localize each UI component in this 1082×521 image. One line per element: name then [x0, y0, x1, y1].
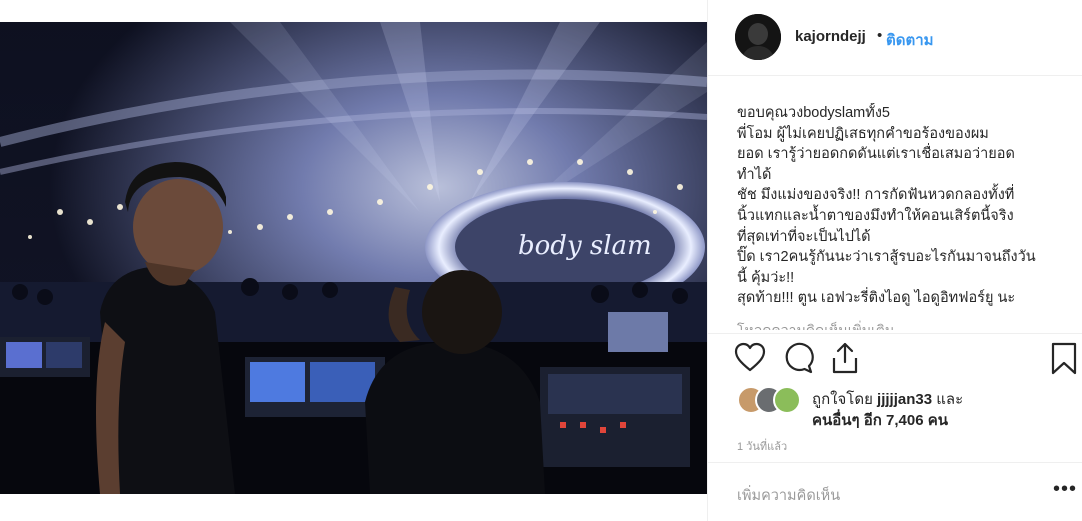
post-details-panel: kajorndejj • ติดตาม ขอบคุณวงbodyslamทั้ง… — [707, 0, 1082, 521]
username-link[interactable]: kajorndejj — [795, 28, 866, 45]
avatar[interactable] — [735, 14, 781, 60]
liker-avatar[interactable] — [773, 386, 801, 414]
bookmark-icon — [1051, 342, 1077, 375]
post-header: kajorndejj • ติดตาม — [708, 0, 1082, 76]
share-button[interactable] — [829, 340, 861, 376]
caption-line: นิ้วแทกและน้ำตาของมึงทำให้คอนเสิร์ตนี้จร… — [737, 207, 1014, 224]
caption-line: ขอบคุณวงbodyslamทั้ง5 — [737, 105, 890, 121]
likes-others-link[interactable]: คนอื่นๆ อีก 7,406 คน — [812, 408, 948, 432]
bookmark-button[interactable] — [1048, 340, 1080, 376]
likes-suffix: และ — [932, 391, 964, 408]
liker-username-link[interactable]: jjjjjan33 — [877, 391, 932, 408]
comment-icon — [785, 342, 814, 374]
caption-line: ทำได้ — [737, 166, 772, 183]
caption-line: ชัช มึงแม่งของจริง!! การกัดฟันหวดกลองทั้… — [737, 187, 1015, 204]
caption-line: ที่สุดเท่าที่จะเป็นไปได้ — [737, 228, 871, 245]
divider — [708, 333, 1082, 334]
heart-icon — [734, 342, 766, 372]
add-comment-input[interactable]: เพิ่มความคิดเห็น — [737, 484, 840, 507]
post-timestamp[interactable]: 1 วันที่แล้ว — [737, 437, 787, 455]
caption-line: นี้ คุ้มว่ะ!! — [737, 269, 795, 286]
comment-button[interactable] — [782, 340, 814, 376]
liker-avatars — [737, 386, 807, 414]
load-more-comments-link[interactable]: โหลดความคิดเห็นเพิ่มเติม — [737, 320, 1057, 330]
likes-prefix: ถูกใจโดย — [812, 391, 878, 408]
action-bar — [708, 340, 1082, 380]
post-photo[interactable]: body slam — [0, 22, 707, 494]
avatar-image — [735, 14, 781, 60]
caption-line: สุดท้าย!!! ตูน เอฟวะรี่ติงไอดู ไอดูอิทฟอ… — [737, 290, 1016, 307]
caption-line: พี่โอม ผู้ไม่เคยปฏิเสธทุกคำขอร้องของผม — [737, 125, 989, 142]
share-icon — [832, 342, 858, 374]
stage-logo-text: body slam — [518, 231, 652, 261]
likes-summary: ถูกใจโดย jjjjjan33 และ คนอื่นๆ อีก 7,406… — [708, 382, 1082, 432]
caption-line: ปิ๊ด เรา2คนรู้กันนะว่าเราสู้รบอะไรกันมาจ… — [737, 249, 1036, 266]
concert-photo-image: body slam — [0, 22, 707, 494]
like-button[interactable] — [734, 340, 766, 376]
divider — [708, 462, 1082, 463]
post-caption: ขอบคุณวงbodyslamทั้ง5 พี่โอม ผู้ไม่เคยปฏ… — [737, 103, 1057, 329]
separator-dot: • — [877, 27, 883, 44]
follow-button[interactable]: ติดตาม — [886, 28, 934, 52]
more-options-button[interactable]: ••• — [1053, 478, 1077, 501]
caption-line: ยอด เรารู้ว่ายอดกดดันแต่เราเชื่อเสมอว่าย… — [737, 146, 1015, 163]
